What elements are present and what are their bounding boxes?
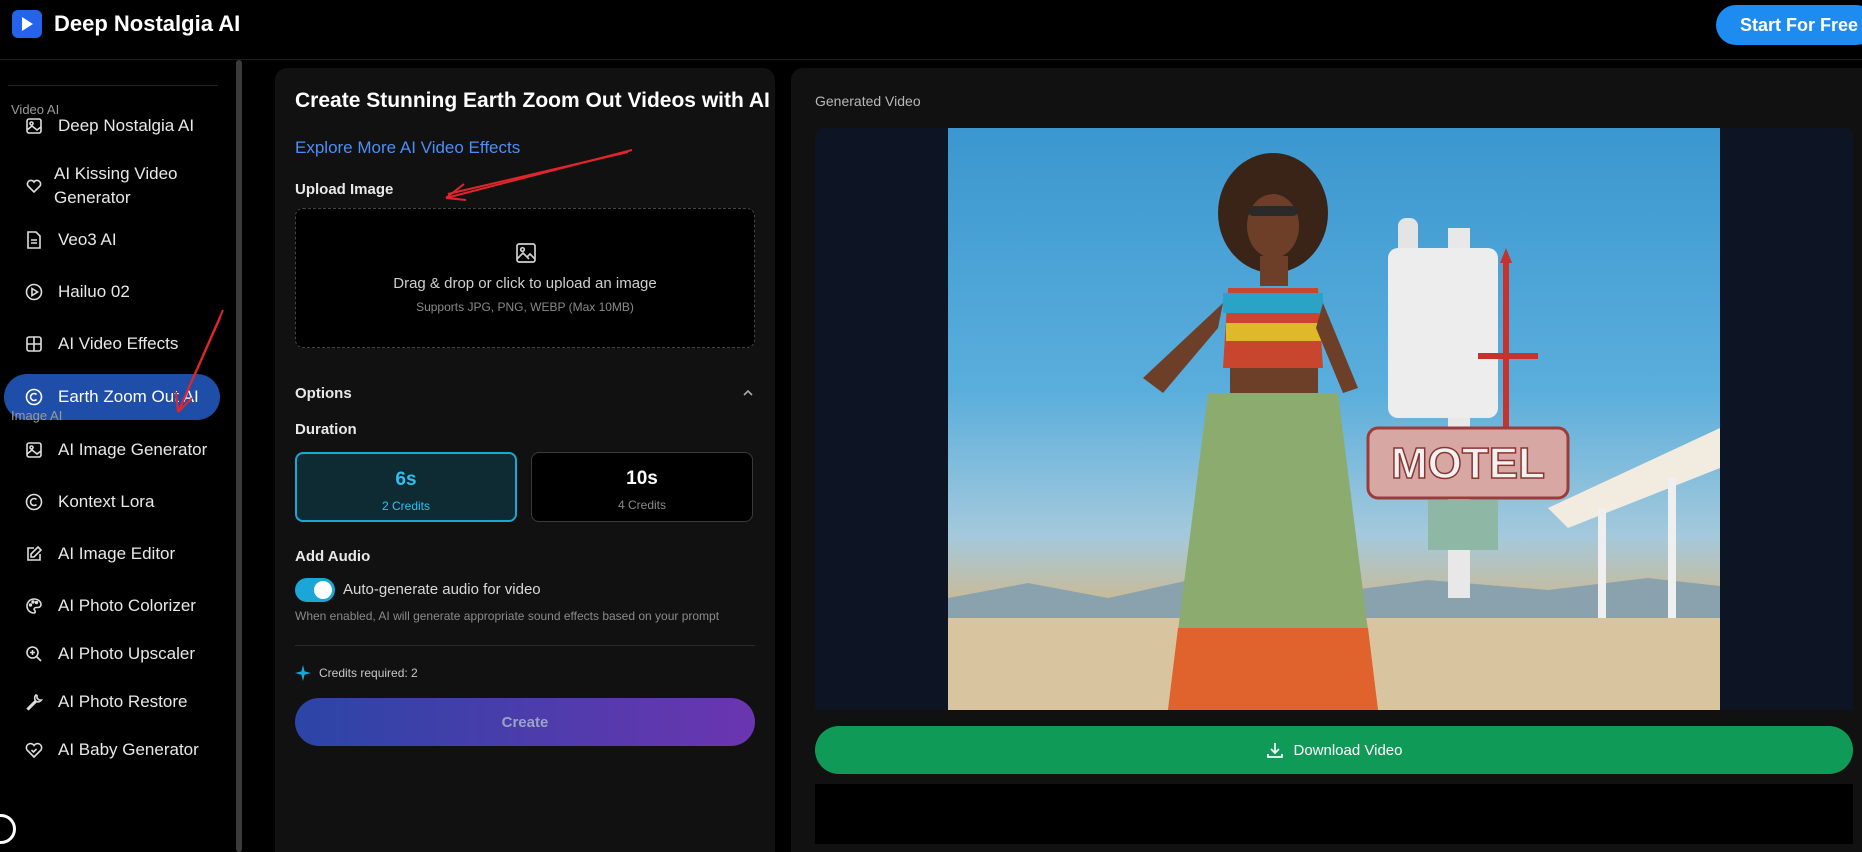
sidebar-item-hailuo-02[interactable]: Hailuo 02 [4,274,220,310]
brand[interactable]: Deep Nostalgia AI [12,10,240,38]
sidebar-scrollbar[interactable] [236,60,242,852]
brand-name: Deep Nostalgia AI [54,11,241,36]
credits-required-text: Credits required: 2 [319,666,418,680]
edit-icon [24,544,44,564]
chevron-up-icon[interactable] [741,386,755,400]
sidebar-item-label: Hailuo 02 [58,282,130,301]
generated-video-image: MOTEL [948,128,1720,710]
play-logo-icon [12,10,42,38]
document-icon [24,230,44,250]
auto-audio-hint: When enabled, AI will generate appropria… [295,609,720,623]
sidebar-item-label: AI Video Effects [58,334,179,353]
sidebar-item-label: AI Photo Upscaler [58,644,196,663]
download-video-label: Download Video [1293,741,1403,759]
result-panel: Generated Video MOTEL Download Video [791,68,1862,852]
section-label-image-ai: Image AI [11,408,63,423]
palette-icon [24,596,44,616]
sidebar-item-label: AI Image Editor [58,544,176,563]
grid-effects-icon [24,334,44,354]
upload-instructions: Drag & drop or click to upload an image [393,275,657,292]
scene-illustration: MOTEL [948,153,1720,710]
sparkle-icon [295,665,311,681]
image-upload-dropzone[interactable]: Drag & drop or click to upload an image … [295,208,755,348]
options-toggle[interactable]: Options [295,385,352,402]
duration-label: Duration [295,421,357,438]
sidebar-item-label: Deep Nostalgia AI [58,116,195,135]
upload-image-label: Upload Image [295,181,394,198]
circle-c-icon [24,492,44,512]
sidebar-item-ai-kissing-video-generator[interactable]: AI Kissing Video Generator [4,160,220,212]
auto-audio-label: Auto-generate audio for video [343,581,541,598]
credits-required: Credits required: 2 [295,665,418,681]
sidebar-item-ai-video-effects[interactable]: AI Video Effects [4,326,220,362]
top-header: Deep Nostalgia AI Start For Free [0,0,1862,60]
sidebar-item-label: Earth Zoom Out AI [58,387,199,406]
heart-icon [24,176,44,196]
auto-audio-toggle[interactable] [295,578,335,602]
sidebar-item-label: Kontext Lora [58,492,155,511]
image-icon [24,116,44,136]
sidebar-item-label: AI Baby Generator [58,740,199,759]
create-button[interactable]: Create [295,698,755,746]
sidebar-item-ai-image-editor[interactable]: AI Image Editor [4,536,220,572]
sidebar-item-label: AI Kissing Video Generator [54,164,178,207]
page-title: Create Stunning Earth Zoom Out Videos wi… [295,89,770,112]
download-icon [1266,741,1284,759]
sidebar-item-label: AI Photo Colorizer [58,596,196,615]
sidebar-item-ai-image-generator[interactable]: AI Image Generator [4,432,220,468]
create-panel: Create Stunning Earth Zoom Out Videos wi… [275,68,775,852]
sidebar-item-ai-photo-restore[interactable]: AI Photo Restore [4,684,220,720]
video-bottom-area [815,784,1853,844]
heart-icon [24,740,44,760]
sidebar-item-deep-nostalgia-ai[interactable]: Deep Nostalgia AI [4,108,220,144]
wrench-icon [24,692,44,712]
divider [295,645,755,646]
video-preview[interactable]: MOTEL [815,128,1853,710]
explore-effects-link[interactable]: Explore More AI Video Effects [295,138,520,158]
sidebar-item-kontext-lora[interactable]: Kontext Lora [4,484,220,520]
sidebar-item-ai-photo-upscaler[interactable]: AI Photo Upscaler [4,636,220,672]
sidebar-divider [8,85,218,86]
play-circle-icon [24,282,44,302]
add-audio-label: Add Audio [295,548,371,565]
zoom-in-icon [24,644,44,664]
download-video-button[interactable]: Download Video [815,726,1853,774]
duration-credits: 2 Credits [381,499,431,513]
duration-credits: 4 Credits [617,498,667,512]
start-for-free-button[interactable]: Start For Free [1716,5,1862,45]
duration-10s-option[interactable]: 10s 4 Credits [531,452,753,522]
duration-value: 10s [626,468,658,489]
sidebar-item-veo3-ai[interactable]: Veo3 AI [4,222,220,258]
sidebar-item-label: AI Image Generator [58,440,208,459]
duration-6s-option[interactable]: 6s 2 Credits [295,452,517,522]
upload-formats-hint: Supports JPG, PNG, WEBP (Max 10MB) [416,300,634,314]
image-upload-icon [514,241,538,265]
sidebar: Video AI Deep Nostalgia AI AI Kissing Vi… [0,60,236,852]
toggle-knob [314,581,332,599]
duration-value: 6s [395,469,417,490]
circle-c-icon [24,387,44,407]
sidebar-item-label: AI Photo Restore [58,692,188,711]
image-icon [24,440,44,460]
partial-circle-icon [0,814,16,844]
sidebar-item-ai-photo-colorizer[interactable]: AI Photo Colorizer [4,588,220,624]
motel-sign-text: MOTEL [1391,439,1545,488]
generated-video-label: Generated Video [815,93,921,109]
sidebar-item-ai-baby-generator[interactable]: AI Baby Generator [4,732,220,768]
sidebar-item-label: Veo3 AI [58,230,117,249]
